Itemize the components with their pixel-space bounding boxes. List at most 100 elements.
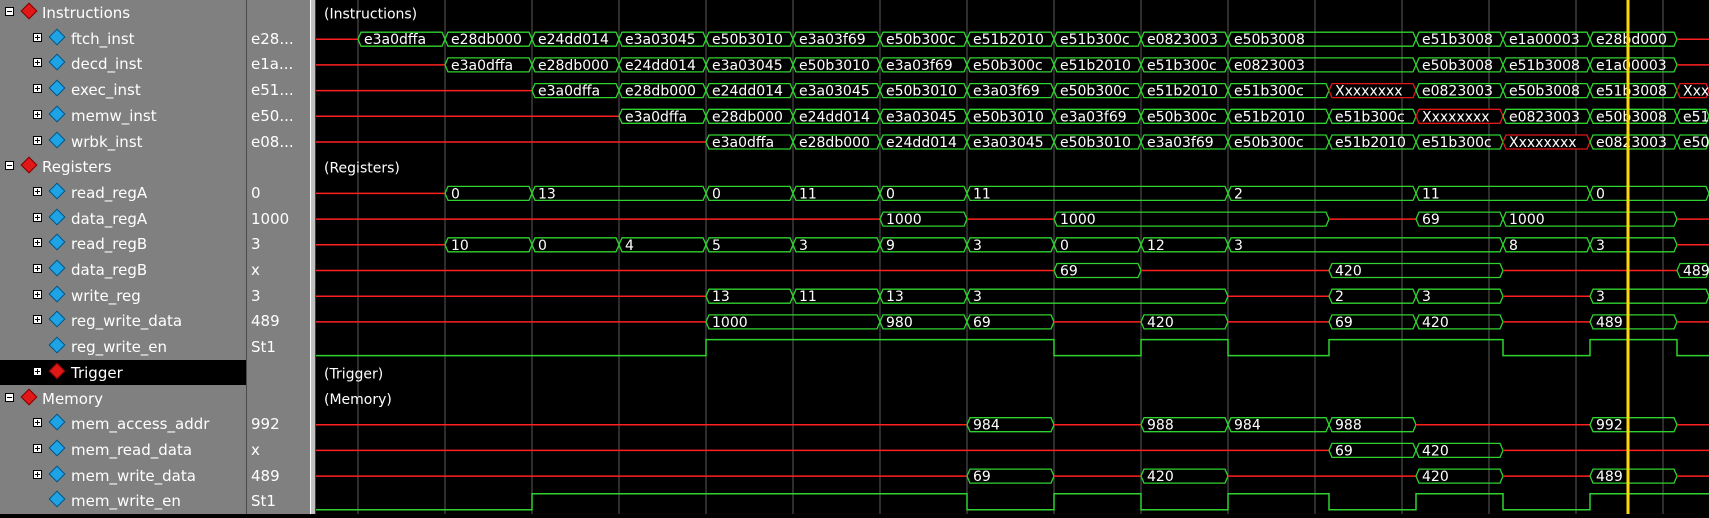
bus-value-label: 1000 [886,212,922,228]
signal-row-mem_write_data[interactable]: mem_write_data [0,463,246,488]
group-row-instructions[interactable]: Instructions [0,0,246,25]
signal-current-value: x [251,261,260,279]
signal-name: data_regB [71,261,148,279]
group-row-memory[interactable]: Memory [0,386,246,411]
signal-diamond-icon [48,413,66,431]
group-row-registers[interactable]: Registers [0,154,246,179]
expand-toggle[interactable] [33,32,42,42]
signal-value-row: x [247,437,311,462]
bus-value-label: e51b300c [1234,84,1304,100]
signal-row-data_regB[interactable]: data_regB [0,257,246,282]
signal-row-decd_inst[interactable]: decd_inst [0,51,246,76]
bus-value-label: e3a03045 [886,109,957,125]
signal-row-reg_write_data[interactable]: reg_write_data [0,308,246,333]
signal-current-value: 992 [251,415,280,434]
bus-value-label: e50b300c [886,32,956,48]
signal-name: data_regA [71,209,148,228]
signal-diamond-icon [48,233,66,251]
expand-toggle[interactable] [33,264,42,273]
bus-value-label: e50b3010 [799,58,870,74]
expand-toggle[interactable] [33,443,42,453]
signal-row-reg_write_en[interactable]: reg_write_en [0,334,246,359]
bus-value-label: 420 [1422,443,1449,459]
waveform-pane[interactable]: (Instructions) e3a0dffa e28db000 e24dd014 e3… [316,0,1709,514]
bus-value-label: e50b3008 [1509,84,1580,100]
bus-value-label: 10 [451,238,469,254]
collapse-toggle[interactable] [5,7,14,16]
expand-toggle[interactable] [33,58,42,68]
bus-value-label: e51b300c [1060,32,1130,48]
bus-value-label: 2 [1335,289,1344,305]
bus-value-label: 3 [973,238,982,254]
expand-toggle[interactable] [33,366,42,376]
signal-row-memw_inst[interactable]: memw_inst [0,103,246,128]
bus-value-label: 1000 [1060,212,1096,228]
expand-toggle[interactable] [33,135,42,145]
bus-value-label: e51b300c [1335,109,1405,125]
expand-toggle[interactable] [33,469,42,479]
signal-row-read_regB[interactable]: read_regB [0,231,246,256]
signal-value-panel: e28... e1a... e51... e50... e08... 0 1000 3 x 3 48… [246,0,311,514]
bus-value-label: 11 [973,186,991,202]
bus-value-label: 9 [886,238,895,254]
signal-row-write_reg[interactable]: write_reg [0,283,246,308]
bus-value-label: e50b3010 [712,32,783,48]
bus-value-label: e28db000 [799,135,870,151]
bus-value-label: e3a0dffa [712,135,774,151]
bus-value-label: e28db000 [538,58,609,74]
signal-name: reg_write_data [71,312,183,331]
signal-name: reg_write_en [71,338,168,357]
bus-value-label: 69 [973,469,991,485]
signal-current-value: e1a... [251,55,294,74]
signal-row-mem_access_addr[interactable]: mem_access_addr [0,411,246,436]
bus-value-label: 3 [1596,238,1605,254]
signal-row-data_regA[interactable]: data_regA [0,206,246,231]
bus-value-label: e3a03045 [973,135,1044,151]
signal-current-value: 0 [251,183,261,202]
signal-row-wrbk_inst[interactable]: wrbk_inst [0,129,246,154]
bus-value-label: 992 [1596,418,1623,434]
bus-value-label: e51b3008 [1683,109,1709,125]
expand-toggle[interactable] [33,212,42,222]
bus-value-label: 489 [1596,469,1623,485]
bus-value-label: 984 [1234,418,1261,434]
bus-segment [966,288,1229,304]
collapse-toggle[interactable] [5,392,14,402]
signal-value-row: e08... [247,129,311,154]
bus-value-label: e24dd014 [538,32,609,48]
bus-value-label: 984 [973,418,1000,434]
bus-value-label: e50b3010 [973,109,1044,125]
signal-value-row: e28... [247,26,311,51]
bus-value-label: 988 [1335,418,1362,434]
bus-value-label: 0 [451,186,460,202]
expand-toggle[interactable] [33,238,42,248]
bus-value-label: e0823003 [1596,135,1667,151]
expand-toggle[interactable] [33,84,42,94]
expand-toggle[interactable] [33,289,42,299]
bus-value-label: 420 [1335,264,1362,280]
expand-toggle[interactable] [33,109,42,119]
bus-value-label: e51b2010 [1335,135,1406,151]
bus-value-label: 0 [712,186,721,202]
signal-row-exec_inst[interactable]: exec_inst [0,77,246,102]
signal-name: read_regA [71,183,148,202]
expand-toggle[interactable] [33,186,42,196]
expand-toggle[interactable] [33,315,42,325]
signal-value-row: 3 [247,283,311,308]
bus-value-label: e3a03045 [625,32,696,48]
bus-value-label: 980 [886,315,913,331]
bus-value-label: e50b3010 [1060,135,1131,151]
group-diamond-icon [48,362,66,380]
signal-row-mem_write_en[interactable]: mem_write_en [0,488,246,513]
signal-row-mem_read_data[interactable]: mem_read_data [0,437,246,462]
bus-value-label: e3a03f69 [886,58,953,74]
signal-row-trigger[interactable]: Trigger [0,359,246,385]
bus-value-label: 420 [1422,315,1449,331]
group-wave-label: (Memory) [324,392,392,408]
expand-toggle[interactable] [33,418,42,428]
signal-row-read_regA[interactable]: read_regA [0,180,246,205]
signal-diamond-icon [48,182,66,200]
collapse-toggle[interactable] [5,161,14,171]
signal-row-ftch_inst[interactable]: ftch_inst [0,26,246,51]
bus-value-label: e50b300c [1234,135,1304,151]
